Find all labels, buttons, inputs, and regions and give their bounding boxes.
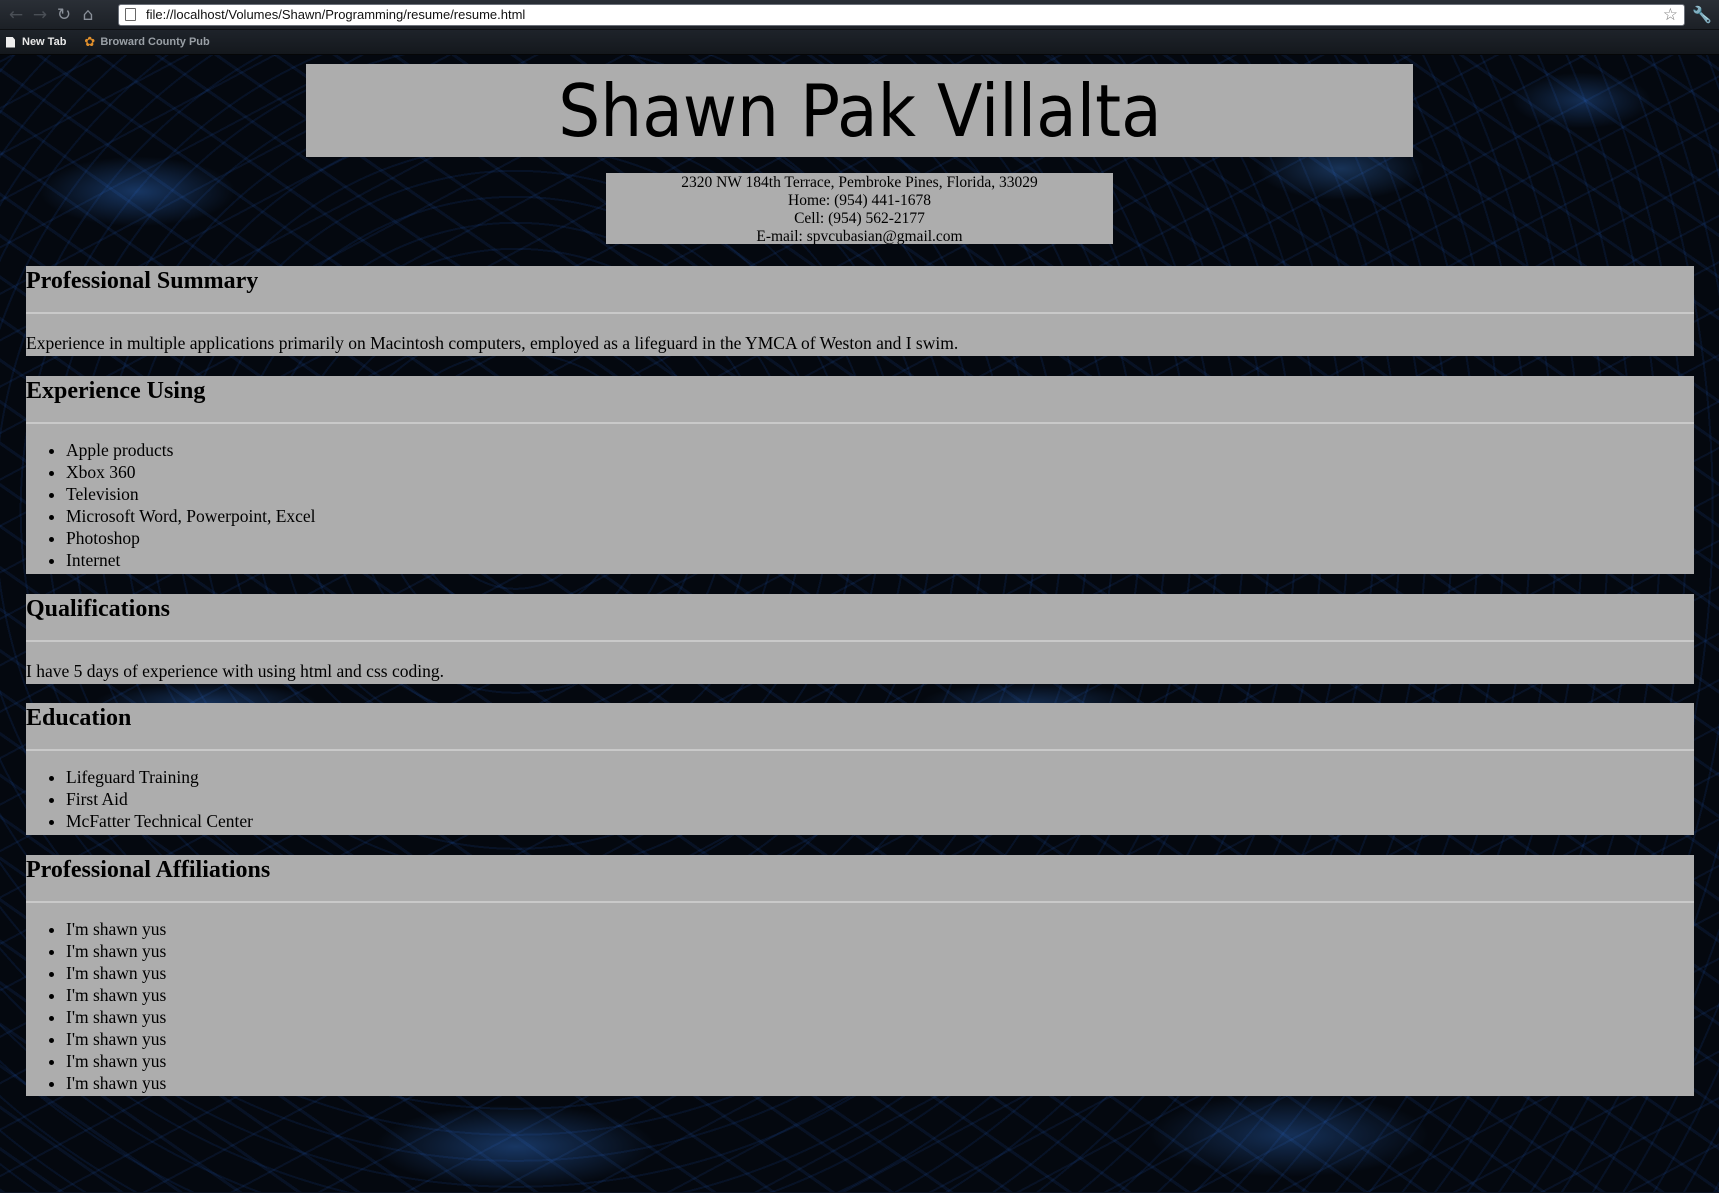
section-professional-affiliations: Professional Affiliations I'm shawn yus … [26,855,1694,1096]
document-icon [6,36,15,48]
list-item: I'm shawn yus [66,1028,1694,1050]
bookmark-label: New Tab [22,36,67,48]
list-item: Photoshop [66,527,1694,549]
browser-toolbar: ← → ↻ ⌂ ☆ 🔧 [0,0,1719,30]
list-item: Lifeguard Training [66,766,1694,788]
bookmarks-bar: New Tab ✿ Broward County Pub [0,30,1719,55]
section-professional-summary: Professional Summary Experience in multi… [26,266,1694,356]
section-experience-using: Experience Using Apple products Xbox 360… [26,376,1694,574]
list-item: Television [66,483,1694,505]
list-item: McFatter Technical Center [66,810,1694,832]
section-heading: Education [26,703,1694,751]
bookmark-label: Broward County Pub [100,36,210,48]
qualifications-text: I have 5 days of experience with using h… [26,661,444,681]
url-input[interactable] [146,7,1663,22]
list-item: Internet [66,549,1694,571]
education-list: Lifeguard Training First Aid McFatter Te… [26,751,1694,832]
list-item: Xbox 360 [66,461,1694,483]
home-phone: Home: (954) 441-1678 [788,192,931,209]
list-item: I'm shawn yus [66,1050,1694,1072]
resume-name: Shawn Pak Villalta [557,68,1162,153]
contact-info: 2320 NW 184th Terrace, Pembroke Pines, F… [606,173,1113,245]
address-bar[interactable]: ☆ [118,3,1685,26]
affiliations-list: I'm shawn yus I'm shawn yus I'm shawn yu… [26,903,1694,1094]
list-item: Microsoft Word, Powerpoint, Excel [66,505,1694,527]
bookmark-star-icon[interactable]: ☆ [1663,5,1678,25]
section-heading: Qualifications [26,594,1694,642]
home-icon[interactable]: ⌂ [76,3,100,27]
back-arrow-icon[interactable]: ← [4,3,28,27]
summary-text: Experience in multiple applications prim… [26,333,959,353]
section-heading: Professional Summary [26,266,1694,314]
list-item: I'm shawn yus [66,1006,1694,1028]
bookmark-broward-county[interactable]: ✿ Broward County Pub [84,35,209,50]
list-item: I'm shawn yus [66,918,1694,940]
list-item: First Aid [66,788,1694,810]
wrench-icon[interactable]: 🔧 [1689,3,1715,27]
list-item: I'm shawn yus [66,962,1694,984]
reload-icon[interactable]: ↻ [52,3,76,27]
list-item: Apple products [66,439,1694,461]
flower-icon: ✿ [84,34,96,50]
list-item: I'm shawn yus [66,984,1694,1006]
section-heading: Experience Using [26,376,1694,424]
section-heading: Professional Affiliations [26,855,1694,903]
address-line: 2320 NW 184th Terrace, Pembroke Pines, F… [681,174,1038,191]
cell-phone: Cell: (954) 562-2177 [794,210,925,227]
forward-arrow-icon[interactable]: → [28,3,52,27]
page-viewport: Shawn Pak Villalta 2320 NW 184th Terrace… [0,55,1719,1192]
section-education: Education Lifeguard Training First Aid M… [26,703,1694,835]
experience-list: Apple products Xbox 360 Television Micro… [26,424,1694,571]
email-line: E-mail: spvcubasian@gmail.com [756,228,963,245]
name-header: Shawn Pak Villalta [306,64,1413,157]
list-item: I'm shawn yus [66,1072,1694,1094]
page-icon [125,8,136,21]
section-qualifications: Qualifications I have 5 days of experien… [26,594,1694,684]
list-item: I'm shawn yus [66,940,1694,962]
bookmark-new-tab[interactable]: New Tab [6,36,66,48]
